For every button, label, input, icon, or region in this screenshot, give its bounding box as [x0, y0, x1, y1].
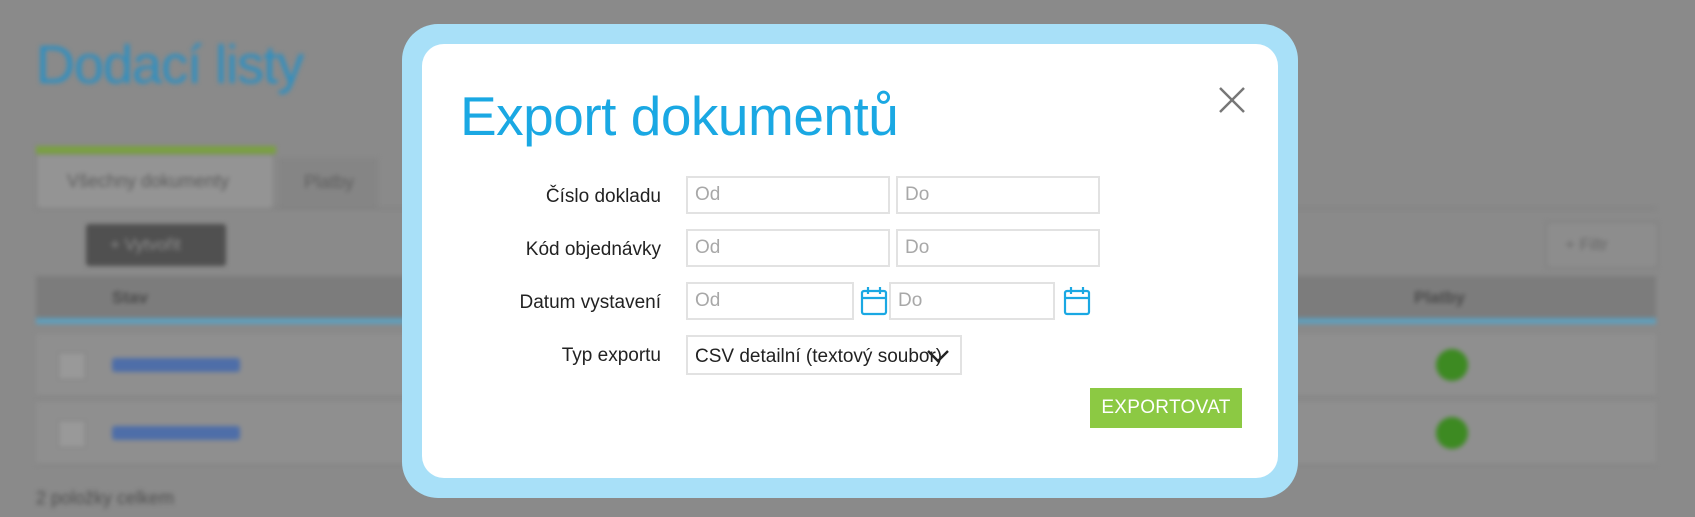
- tab-accent-bar: [36, 146, 276, 154]
- export-type-select[interactable]: CSV detailní (textový soubor): [686, 335, 962, 375]
- modal-title: Export dokumentů: [460, 85, 899, 147]
- document-number-to-input[interactable]: [896, 176, 1100, 214]
- order-code-row: Kód objednávky: [422, 229, 1278, 271]
- export-dialog: Export dokumentů Číslo dokladu Kód objed…: [422, 44, 1278, 478]
- tab-label: Všechny dokumenty: [67, 171, 230, 191]
- export-type-selected-value: CSV detailní (textový soubor): [695, 346, 943, 367]
- export-type-row: Typ exportu CSV detailní (textový soubor…: [422, 335, 1278, 377]
- row-link: [112, 426, 240, 440]
- issue-date-from-input[interactable]: [686, 282, 854, 320]
- tab-label: Platby: [304, 172, 355, 192]
- column-header-payment: Platby: [1414, 288, 1466, 307]
- row-checkbox: [58, 352, 86, 380]
- new-document-button-label: + Vytvořit: [110, 235, 181, 254]
- row-link: [112, 358, 240, 372]
- order-code-label: Kód objednávky: [525, 239, 661, 260]
- new-document-button: + Vytvořit: [86, 224, 226, 266]
- status-dot-icon: [1436, 417, 1468, 449]
- calendar-icon[interactable]: [1063, 286, 1091, 316]
- issue-date-label: Datum vystavení: [519, 292, 662, 313]
- export-type-label: Typ exportu: [561, 345, 661, 366]
- document-number-from-input[interactable]: [686, 176, 890, 214]
- calendar-icon[interactable]: [860, 286, 888, 316]
- document-number-row: Číslo dokladu: [422, 176, 1278, 218]
- page-title: Dodací listy: [36, 35, 304, 95]
- issue-date-row: Datum vystavení: [422, 282, 1278, 324]
- close-icon: [1219, 87, 1245, 113]
- tab-payments: Platby: [278, 158, 378, 208]
- items-count: 2 položky celkem: [36, 488, 175, 508]
- column-header-name: Stav: [112, 288, 148, 307]
- row-checkbox: [58, 420, 86, 448]
- order-code-from-input[interactable]: [686, 229, 890, 267]
- export-button[interactable]: EXPORTOVAT: [1090, 388, 1242, 428]
- status-dot-icon: [1436, 349, 1468, 381]
- filter-button: + Filtr: [1546, 222, 1658, 268]
- filter-button-label: + Filtr: [1565, 235, 1608, 254]
- close-button[interactable]: [1212, 80, 1252, 120]
- document-number-label: Číslo dokladu: [545, 186, 661, 207]
- order-code-to-input[interactable]: [896, 229, 1100, 267]
- modal-frame: Export dokumentů Číslo dokladu Kód objed…: [402, 24, 1298, 498]
- tab-all-documents: Všechny dokumenty: [36, 154, 274, 209]
- chevron-down-icon: [926, 347, 950, 365]
- issue-date-to-input[interactable]: [889, 282, 1055, 320]
